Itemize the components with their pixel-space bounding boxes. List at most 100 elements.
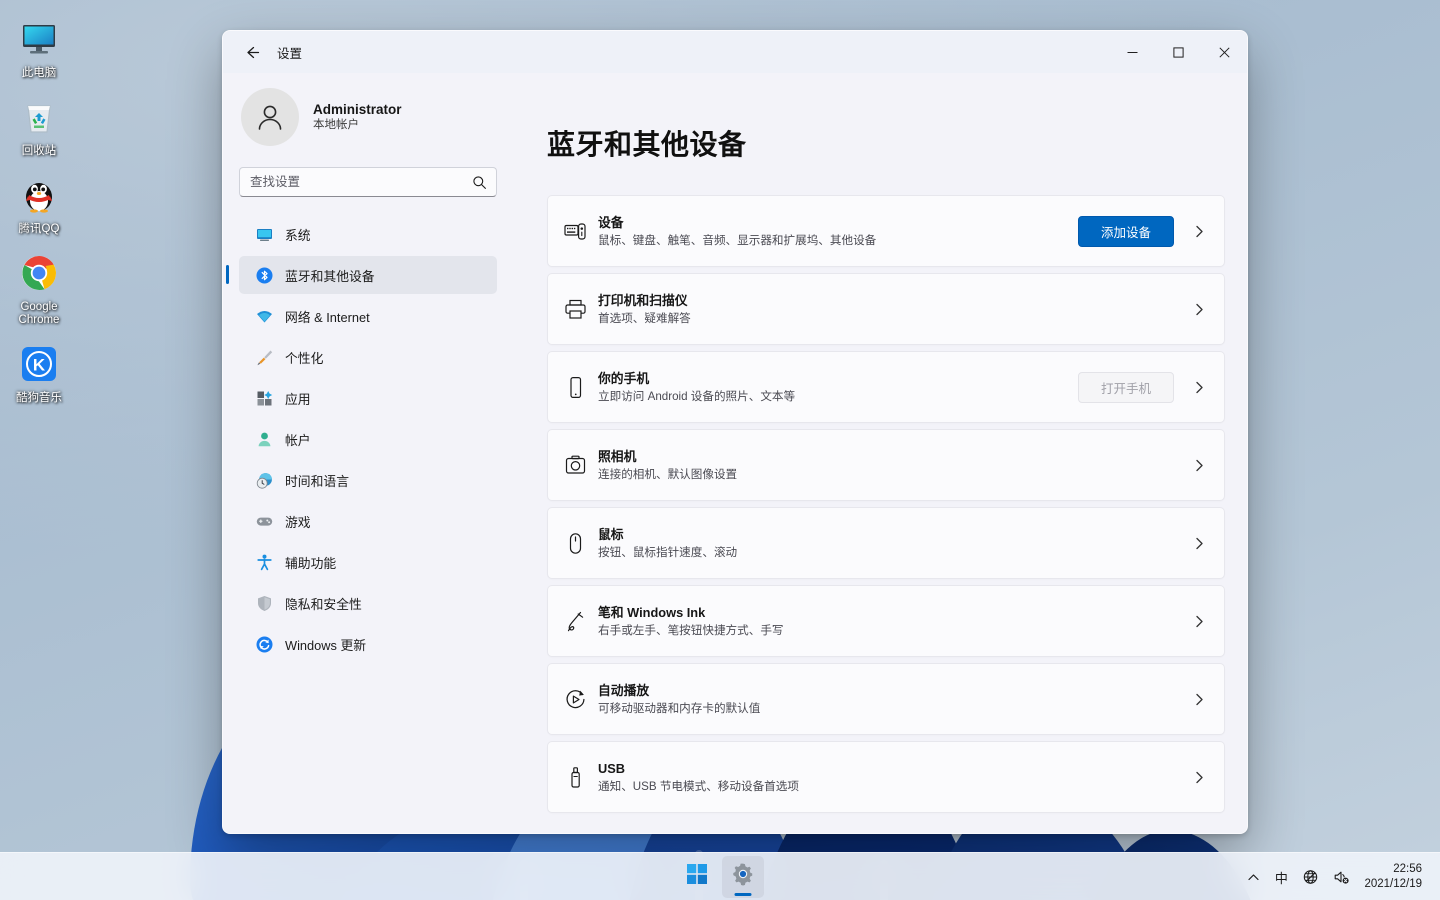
add-device-button[interactable]: 添加设备 [1077, 215, 1174, 247]
card-title: 鼠标 [598, 526, 624, 542]
settings-card-mouse[interactable]: 鼠标 按钮、鼠标指针速度、滚动 [547, 507, 1225, 579]
card-title: 照相机 [598, 448, 637, 464]
chevron-right-icon[interactable] [1188, 537, 1210, 550]
card-description: 通知、USB 节电模式、移动设备首选项 [598, 779, 799, 793]
sidebar-nav: 系统 蓝牙和其他设备 网络 & Internet 个性化 应用 帐户 时间和语言… [226, 215, 497, 663]
system-icon [255, 225, 273, 243]
sidebar-item-apps[interactable]: 应用 [239, 379, 497, 417]
settings-card-devices[interactable]: 设备 鼠标、键盘、触笔、音频、显示器和扩展坞、其他设备 添加设备 [547, 195, 1225, 267]
chevron-right-icon[interactable] [1188, 303, 1210, 316]
tray-network-button[interactable] [1296, 860, 1325, 894]
settings-card-your-phone[interactable]: 你的手机 立即访问 Android 设备的照片、文本等 打开手机 [547, 351, 1225, 423]
arrow-left-icon [246, 46, 259, 58]
card-description: 右手或左手、笔按钮快捷方式、手写 [598, 623, 784, 637]
user-profile[interactable]: Administrator 本地帐户 [241, 83, 497, 151]
accessibility-icon [255, 553, 273, 571]
open-phone-button[interactable]: 打开手机 [1077, 371, 1174, 403]
chevron-right-icon[interactable] [1188, 615, 1210, 628]
chevron-right-icon[interactable] [1188, 225, 1210, 238]
tray-ime-indicator[interactable]: 中 [1268, 860, 1294, 894]
card-title: 你的手机 [598, 370, 650, 386]
chrome-icon [16, 250, 62, 296]
chevron-right-icon[interactable] [1188, 381, 1210, 394]
main-content: 蓝牙和其他设备 设备 鼠标、键盘、触笔、音频、显示器和扩展坞、其他设备 添加设备… [509, 73, 1247, 833]
card-description: 连接的相机、默认图像设置 [598, 467, 738, 481]
sidebar-item-gaming[interactable]: 游戏 [239, 502, 497, 540]
close-icon [1218, 46, 1230, 58]
chevron-right-icon[interactable] [1188, 459, 1210, 472]
windows-update-icon [255, 635, 273, 653]
sidebar-item-label: 系统 [285, 227, 311, 243]
phone-icon [564, 376, 598, 399]
search-input[interactable] [240, 175, 496, 189]
search-box[interactable] [239, 167, 497, 197]
card-title: 笔和 Windows Ink [598, 604, 706, 620]
desktop-icon-label: 酷狗音乐 [16, 392, 62, 404]
chevron-right-icon[interactable] [1188, 693, 1210, 706]
sidebar-item-label: 个性化 [285, 350, 324, 366]
card-description: 鼠标、键盘、触笔、音频、显示器和扩展坞、其他设备 [598, 233, 877, 247]
chevron-right-icon[interactable] [1188, 771, 1210, 784]
sidebar-item-system[interactable]: 系统 [239, 215, 497, 253]
maximize-icon [1172, 46, 1184, 58]
tray-overflow-button[interactable] [1240, 860, 1266, 894]
close-button[interactable] [1201, 31, 1247, 73]
sidebar-item-label: 蓝牙和其他设备 [285, 268, 375, 284]
taskbar: 中 22:56 2021/12/19 [0, 852, 1440, 900]
back-button[interactable] [235, 36, 269, 68]
taskbar-item-settings[interactable] [722, 855, 764, 898]
pen-icon [564, 610, 598, 633]
clock-time: 22:56 [1393, 863, 1422, 875]
window-titlebar[interactable]: 设置 [223, 31, 1247, 73]
sidebar-item-label: 应用 [285, 391, 311, 407]
card-description: 立即访问 Android 设备的照片、文本等 [598, 389, 796, 403]
sidebar-item-personalization[interactable]: 个性化 [239, 338, 497, 376]
desktop-icon-label: 此电脑 [21, 67, 57, 79]
sidebar-item-label: 辅助功能 [285, 555, 337, 571]
maximize-button[interactable] [1155, 31, 1201, 73]
privacy-shield-icon [255, 594, 273, 612]
desktop-icon-recycle-bin[interactable]: 回收站 [0, 86, 78, 164]
sidebar-item-accounts[interactable]: 帐户 [239, 420, 497, 458]
mouse-icon [564, 532, 598, 555]
desktop-icon-tencent-qq[interactable]: 腾讯QQ [0, 164, 78, 242]
page-title: 蓝牙和其他设备 [547, 129, 747, 160]
tray-volume-button[interactable] [1327, 860, 1356, 894]
sidebar-item-privacy-security[interactable]: 隐私和安全性 [239, 584, 497, 622]
desktop-icon-google-chrome[interactable]: Google Chrome [0, 242, 78, 333]
desktop-icon-kugou-music[interactable]: K 酷狗音乐 [0, 333, 78, 411]
sidebar-item-windows-update[interactable]: Windows 更新 [239, 625, 497, 663]
settings-card-list: 设备 鼠标、键盘、触笔、音频、显示器和扩展坞、其他设备 添加设备 打印机和扫描仪… [547, 195, 1225, 813]
personalization-icon [255, 348, 273, 366]
settings-card-cameras[interactable]: 照相机 连接的相机、默认图像设置 [547, 429, 1225, 501]
card-title: 自动播放 [598, 682, 650, 698]
minimize-button[interactable] [1109, 31, 1155, 73]
volume-muted-icon [1335, 871, 1350, 884]
camera-icon [564, 454, 598, 477]
apps-icon [255, 389, 273, 407]
card-description: 可移动驱动器和内存卡的默认值 [598, 701, 761, 715]
card-title: USB [598, 760, 626, 776]
autoplay-icon [564, 688, 598, 711]
minimize-icon [1127, 51, 1137, 53]
desktop-icon-this-pc[interactable]: 此电脑 [0, 8, 78, 86]
settings-gear-icon [731, 862, 755, 891]
sidebar-item-accessibility[interactable]: 辅助功能 [239, 543, 497, 581]
sidebar-item-time-and-language[interactable]: 时间和语言 [239, 461, 497, 499]
gaming-icon [255, 512, 273, 530]
settings-card-pen-windows-ink[interactable]: 笔和 Windows Ink 右手或左手、笔按钮快捷方式、手写 [547, 585, 1225, 657]
accounts-icon [255, 430, 273, 448]
sidebar-item-bluetooth-and-devices[interactable]: 蓝牙和其他设备 [226, 256, 497, 294]
settings-card-autoplay[interactable]: 自动播放 可移动驱动器和内存卡的默认值 [547, 663, 1225, 735]
start-button[interactable] [676, 856, 718, 898]
settings-card-printers-scanners[interactable]: 打印机和扫描仪 首选项、疑难解答 [547, 273, 1225, 345]
globe-no-internet-icon [1304, 869, 1318, 884]
sidebar-item-label: 网络 & Internet [285, 309, 370, 325]
settings-card-usb[interactable]: USB 通知、USB 节电模式、移动设备首选项 [547, 741, 1225, 813]
taskbar-clock[interactable]: 22:56 2021/12/19 [1358, 857, 1432, 897]
sidebar-item-label: 帐户 [285, 432, 311, 448]
sidebar-item-network-internet[interactable]: 网络 & Internet [239, 297, 497, 335]
network-icon [255, 307, 273, 325]
sidebar-item-label: Windows 更新 [285, 637, 367, 653]
devices-keyboard-mouse-icon [564, 220, 598, 243]
